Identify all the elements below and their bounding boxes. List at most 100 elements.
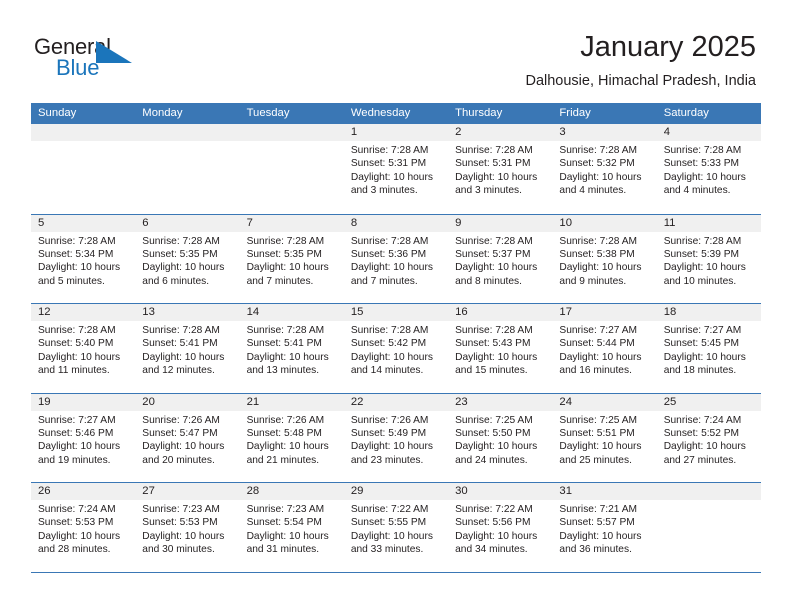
- day-details: Sunrise: 7:23 AM Sunset: 5:54 PM Daylight:…: [240, 500, 344, 557]
- daylight-text-cont: and 5 minutes.: [38, 275, 105, 287]
- calendar-day-cell[interactable]: 24 Sunrise: 7:25 AM Sunset: 5:51 PM Dayligh…: [552, 393, 657, 482]
- title-block: January 2025 Dalhousie, Himachal Pradesh…: [525, 30, 756, 91]
- calendar-day-cell[interactable]: 22 Sunrise: 7:26 AM Sunset: 5:49 PM Dayligh…: [343, 393, 449, 482]
- day-details: Sunrise: 7:28 AM Sunset: 5:39 PM Daylight:…: [657, 232, 761, 289]
- day-number: 20: [135, 393, 240, 411]
- sunset-text: Sunset: 5:31 PM: [350, 158, 427, 170]
- day-details: Sunrise: 7:24 AM Sunset: 5:52 PM Daylight:…: [657, 411, 761, 468]
- day-number: 31: [552, 483, 657, 500]
- sunrise-text: Sunrise: 7:25 AM: [455, 414, 533, 426]
- day-number: 26: [31, 483, 136, 500]
- calendar-day-cell[interactable]: 21 Sunrise: 7:26 AM Sunset: 5:48 PM Dayligh…: [239, 393, 344, 482]
- sunset-text: Sunset: 5:54 PM: [246, 517, 322, 529]
- page-title: January 2025: [580, 31, 756, 63]
- daylight-text-cont: and 36 minutes.: [559, 544, 632, 556]
- day-number: 16: [448, 304, 553, 321]
- daylight-text-cont: and 23 minutes.: [350, 454, 424, 466]
- calendar-day-cell[interactable]: 12 Sunrise: 7:28 AM Sunset: 5:40 PM Dayligh…: [31, 304, 136, 393]
- day-details: Sunrise: 7:28 AM Sunset: 5:32 PM Daylight:…: [552, 141, 656, 198]
- daylight-text-cont: and 30 minutes.: [142, 544, 215, 556]
- calendar-day-cell[interactable]: 31 Sunrise: 7:21 AM Sunset: 5:57 PM Dayligh…: [552, 483, 657, 572]
- calendar-day-cell[interactable]: 10 Sunrise: 7:28 AM Sunset: 5:38 PM Dayligh…: [552, 214, 657, 303]
- day-details: [135, 141, 239, 144]
- triangle-flag-icon: [96, 41, 132, 63]
- calendar-day-cell[interactable]: 1 Sunrise: 7:28 AM Sunset: 5:31 PM Daylight…: [343, 124, 449, 214]
- daylight-text-cont: and 16 minutes.: [559, 365, 632, 377]
- sunset-text: Sunset: 5:57 PM: [559, 517, 635, 529]
- daylight-text: Daylight: 10 hours: [246, 441, 329, 453]
- sunrise-text: Sunrise: 7:28 AM: [455, 235, 533, 247]
- calendar-day-cell[interactable]: 29 Sunrise: 7:22 AM Sunset: 5:55 PM Dayligh…: [343, 483, 449, 572]
- page-subtitle: Dalhousie, Himachal Pradesh, India: [525, 73, 756, 89]
- calendar-day-cell[interactable]: 27 Sunrise: 7:23 AM Sunset: 5:53 PM Dayligh…: [135, 483, 240, 572]
- day-number: 12: [31, 304, 136, 321]
- sunset-text: Sunset: 5:33 PM: [663, 158, 740, 170]
- daylight-text-cont: and 3 minutes.: [350, 185, 418, 197]
- calendar-day-cell[interactable]: 23 Sunrise: 7:25 AM Sunset: 5:50 PM Dayligh…: [448, 393, 553, 482]
- calendar-day-cell[interactable]: 15 Sunrise: 7:28 AM Sunset: 5:42 PM Dayligh…: [343, 304, 449, 393]
- sunrise-text: Sunrise: 7:27 AM: [38, 414, 116, 426]
- sunrise-text: Sunrise: 7:28 AM: [38, 325, 116, 336]
- daylight-text-cont: and 20 minutes.: [142, 454, 215, 466]
- calendar-day-cell[interactable]: 2 Sunrise: 7:28 AM Sunset: 5:31 PM Daylight…: [448, 124, 553, 214]
- calendar-day-cell[interactable]: 25 Sunrise: 7:24 AM Sunset: 5:52 PM Dayligh…: [656, 393, 761, 482]
- day-number: 8: [343, 214, 449, 232]
- daylight-text-cont: and 25 minutes.: [559, 454, 632, 466]
- calendar-day-cell[interactable]: 14 Sunrise: 7:28 AM Sunset: 5:41 PM Dayligh…: [239, 304, 344, 393]
- weekday-header-friday: Friday: [559, 107, 591, 119]
- calendar-day-cell[interactable]: 4 Sunrise: 7:28 AM Sunset: 5:33 PM Daylight…: [656, 124, 761, 214]
- day-number: 27: [135, 483, 240, 500]
- day-details: Sunrise: 7:27 AM Sunset: 5:45 PM Daylight:…: [657, 321, 761, 378]
- sunrise-text: Sunrise: 7:28 AM: [559, 235, 637, 247]
- sunset-text: Sunset: 5:48 PM: [246, 427, 322, 439]
- sunset-text: Sunset: 5:40 PM: [38, 338, 114, 350]
- calendar-day-cell[interactable]: 16 Sunrise: 7:28 AM Sunset: 5:43 PM Dayligh…: [448, 304, 553, 393]
- calendar-day-cell[interactable]: 9 Sunrise: 7:28 AM Sunset: 5:37 PM Daylight…: [448, 214, 553, 303]
- calendar-day-cell-empty: [656, 483, 761, 572]
- sunset-text: Sunset: 5:35 PM: [246, 248, 322, 260]
- calendar-day-cell[interactable]: 5 Sunrise: 7:28 AM Sunset: 5:34 PM Daylight…: [31, 214, 136, 303]
- sunrise-text: Sunrise: 7:22 AM: [455, 504, 533, 515]
- daylight-text: Daylight: 10 hours: [455, 262, 538, 274]
- sunrise-text: Sunrise: 7:28 AM: [455, 325, 533, 336]
- daylight-text: Daylight: 10 hours: [663, 171, 746, 183]
- sunset-text: Sunset: 5:41 PM: [142, 338, 218, 350]
- daylight-text-cont: and 34 minutes.: [455, 544, 528, 556]
- calendar-day-cell[interactable]: 8 Sunrise: 7:28 AM Sunset: 5:36 PM Daylight…: [343, 214, 449, 303]
- day-number: 3: [552, 124, 657, 141]
- daylight-text-cont: and 14 minutes.: [350, 365, 424, 377]
- calendar-day-cell[interactable]: 18 Sunrise: 7:27 AM Sunset: 5:45 PM Dayligh…: [656, 304, 761, 393]
- daylight-text: Daylight: 10 hours: [38, 262, 121, 274]
- sunset-text: Sunset: 5:56 PM: [455, 517, 531, 529]
- calendar-day-cell[interactable]: 6 Sunrise: 7:28 AM Sunset: 5:35 PM Daylight…: [135, 214, 240, 303]
- daylight-text: Daylight: 10 hours: [246, 351, 329, 363]
- sunset-text: Sunset: 5:45 PM: [663, 338, 740, 350]
- calendar-day-cell[interactable]: 19 Sunrise: 7:27 AM Sunset: 5:46 PM Dayligh…: [31, 393, 136, 482]
- calendar-day-cell-empty: [31, 124, 136, 214]
- sunrise-text: Sunrise: 7:21 AM: [559, 504, 637, 515]
- daylight-text: Daylight: 10 hours: [142, 351, 225, 363]
- calendar-day-cell[interactable]: 13 Sunrise: 7:28 AM Sunset: 5:41 PM Dayligh…: [135, 304, 240, 393]
- calendar-day-cell[interactable]: 7 Sunrise: 7:28 AM Sunset: 5:35 PM Daylight…: [239, 214, 344, 303]
- daylight-text-cont: and 4 minutes.: [663, 185, 731, 197]
- calendar-page: General Blue January 2025 Dalhousie, Him…: [0, 0, 792, 612]
- day-details: Sunrise: 7:24 AM Sunset: 5:53 PM Daylight:…: [31, 500, 135, 557]
- daylight-text-cont: and 27 minutes.: [663, 454, 737, 466]
- day-details: Sunrise: 7:28 AM Sunset: 5:36 PM Daylight:…: [344, 232, 448, 289]
- daylight-text-cont: and 6 minutes.: [142, 275, 210, 287]
- day-details: Sunrise: 7:28 AM Sunset: 5:41 PM Daylight:…: [240, 321, 344, 378]
- calendar-day-cell[interactable]: 28 Sunrise: 7:23 AM Sunset: 5:54 PM Dayligh…: [239, 483, 344, 572]
- day-details: Sunrise: 7:27 AM Sunset: 5:46 PM Daylight:…: [31, 411, 135, 468]
- calendar-day-cell[interactable]: 11 Sunrise: 7:28 AM Sunset: 5:39 PM Dayligh…: [656, 214, 761, 303]
- generalblue-logo[interactable]: General Blue: [34, 35, 154, 85]
- calendar-day-cell[interactable]: 3 Sunrise: 7:28 AM Sunset: 5:32 PM Daylight…: [552, 124, 657, 214]
- calendar-day-cell[interactable]: 26 Sunrise: 7:24 AM Sunset: 5:53 PM Dayligh…: [31, 483, 136, 572]
- day-details: Sunrise: 7:28 AM Sunset: 5:38 PM Daylight:…: [552, 232, 656, 289]
- daylight-text: Daylight: 10 hours: [246, 530, 329, 542]
- calendar-day-cell[interactable]: 20 Sunrise: 7:26 AM Sunset: 5:47 PM Dayligh…: [135, 393, 240, 482]
- sunset-text: Sunset: 5:39 PM: [663, 248, 740, 260]
- day-number: 30: [448, 483, 553, 500]
- calendar-day-cell[interactable]: 17 Sunrise: 7:27 AM Sunset: 5:44 PM Dayligh…: [552, 304, 657, 393]
- daylight-text-cont: and 13 minutes.: [246, 365, 320, 377]
- calendar-day-cell[interactable]: 30 Sunrise: 7:22 AM Sunset: 5:56 PM Dayligh…: [448, 483, 553, 572]
